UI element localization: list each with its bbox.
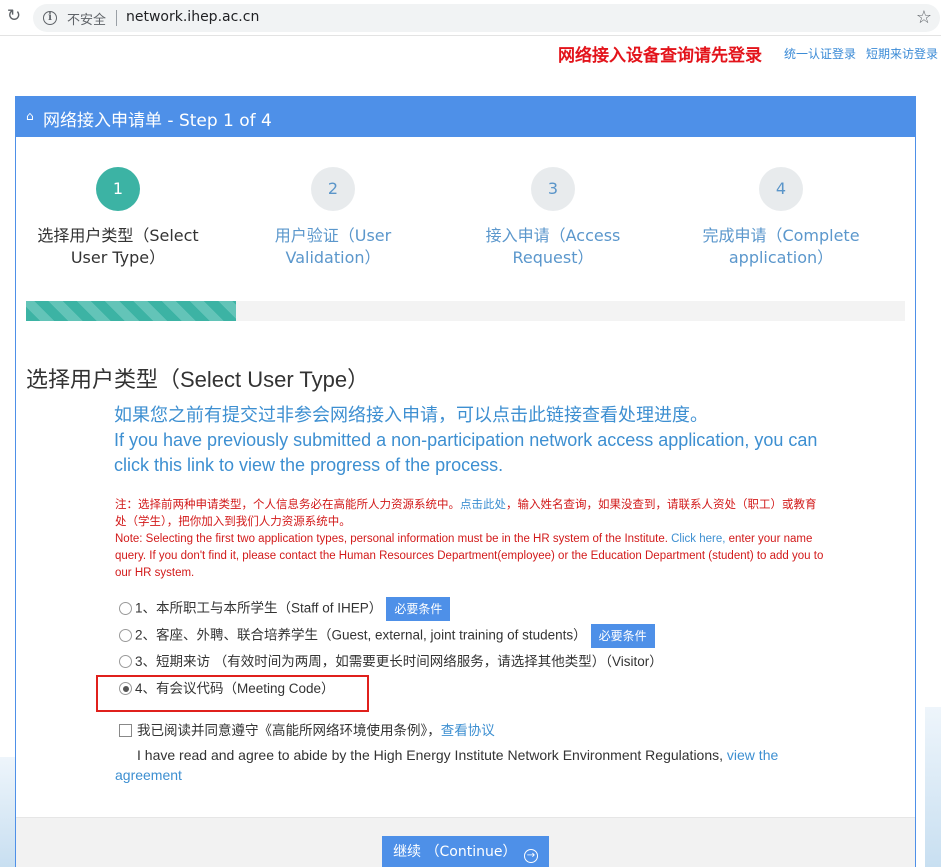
arrow-circle-icon: → <box>523 849 538 863</box>
step-4: 4 完成申请（Complete application） <box>681 167 881 269</box>
requirements-button[interactable]: 必要条件 <box>386 597 451 621</box>
background-decoration <box>925 707 941 867</box>
agreement-en-text: I have read and agree to abide by the Hi… <box>137 747 727 763</box>
step-number-circle: 3 <box>531 167 575 211</box>
option-label[interactable]: 2、客座、外聘、联合培养学生（Guest, external, joint tr… <box>135 628 587 643</box>
hr-system-note: 注：选择前两种申请类型，个人信息务必在高能所人力资源系统中。点击此处，输入姓名查… <box>115 497 825 582</box>
user-type-option-1[interactable]: 1、本所职工与本所学生（Staff of IHEP） 必要条件 <box>119 597 451 621</box>
user-type-option-2[interactable]: 2、客座、外聘、联合培养学生（Guest, external, joint tr… <box>119 624 655 648</box>
login-alert: 网络接入设备查询请先登录 <box>558 46 762 66</box>
step-label: 接入申请（Access Request） <box>485 226 621 267</box>
note-en-link[interactable]: Click here, <box>671 533 725 545</box>
step-number-circle: 2 <box>311 167 355 211</box>
radio-button[interactable] <box>119 655 132 668</box>
requirements-button[interactable]: 必要条件 <box>590 624 655 648</box>
info-icon[interactable]: i <box>43 11 57 25</box>
address-divider <box>116 10 117 26</box>
note-cn-text: 注：选择前两种申请类型，个人信息务必在高能所人力资源系统中。 <box>115 499 460 511</box>
step-1: 1 选择用户类型（Select User Type） <box>18 167 218 269</box>
section-heading: 选择用户类型（Select User Type） <box>26 367 370 392</box>
radio-button[interactable] <box>119 601 132 615</box>
step-2: 2 用户验证（User Validation） <box>233 167 433 269</box>
url-text[interactable]: network.ihep.ac.cn <box>126 9 259 25</box>
panel-title: 网络接入申请单 - Step 1 of 4 <box>43 111 272 131</box>
panel-footer: 继续 （Continue） → <box>16 817 915 867</box>
step-label: 用户验证（User Validation） <box>274 226 392 267</box>
view-agreement-link-cn[interactable]: 查看协议 <box>441 723 495 738</box>
progress-fill <box>26 301 236 321</box>
step-number-circle: 4 <box>759 167 803 211</box>
agreement-cn-text: 我已阅读并同意遵守《高能所网络环境使用条例》， <box>137 723 441 738</box>
browser-toolbar: ↻ i 不安全 network.ihep.ac.cn ☆ <box>0 0 941 36</box>
previous-link-cn[interactable]: 如果您之前有提交过非参会网络接入申请，可以点击此链接查看处理进度。 <box>114 405 708 425</box>
step-number-circle: 1 <box>96 167 140 211</box>
step-3: 3 接入申请（Access Request） <box>453 167 653 269</box>
home-icon: ⌂ <box>26 109 34 123</box>
radio-button[interactable] <box>119 628 132 642</box>
visitor-login-link[interactable]: 短期来访登录 <box>866 45 938 62</box>
continue-label: 继续 （Continue） <box>393 844 517 860</box>
option-label[interactable]: 3、短期来访 （有效时间为两周，如需要更长时间网络服务，请选择其他类型）（Vis… <box>135 654 663 669</box>
highlight-annotation <box>96 675 369 712</box>
step-label: 完成申请（Complete application） <box>702 226 860 267</box>
option-label[interactable]: 1、本所职工与本所学生（Staff of IHEP） <box>135 601 382 616</box>
address-bar[interactable]: i 不安全 network.ihep.ac.cn ☆ <box>33 4 940 32</box>
star-icon[interactable]: ☆ <box>916 7 932 28</box>
background-decoration <box>0 757 16 867</box>
security-label[interactable]: 不安全 <box>67 9 106 28</box>
continue-button[interactable]: 继续 （Continue） → <box>382 836 549 867</box>
agreement-en: I have read and agree to abide by the Hi… <box>115 745 825 785</box>
unified-login-link[interactable]: 统一认证登录 <box>784 45 856 62</box>
application-panel: ⌂ 网络接入申请单 - Step 1 of 4 1 选择用户类型（Select U… <box>15 96 916 867</box>
step-label: 选择用户类型（Select User Type） <box>37 226 199 267</box>
previous-link-en[interactable]: If you have previously submitted a non-p… <box>114 430 817 475</box>
note-cn-link[interactable]: 点击此处 <box>460 499 506 511</box>
reload-icon[interactable]: ↻ <box>4 6 24 26</box>
agreement-row: 我已阅读并同意遵守《高能所网络环境使用条例》，查看协议 <box>119 721 495 741</box>
agree-checkbox[interactable] <box>119 724 132 737</box>
previous-application-link[interactable]: 如果您之前有提交过非参会网络接入申请，可以点击此链接查看处理进度。 If you… <box>114 403 834 478</box>
user-type-option-3[interactable]: 3、短期来访 （有效时间为两周，如需要更长时间网络服务，请选择其他类型）（Vis… <box>119 651 663 673</box>
panel-header: ⌂ 网络接入申请单 - Step 1 of 4 <box>16 97 915 137</box>
progress-bar <box>26 301 905 321</box>
note-en-text: Note: Selecting the first two applicatio… <box>115 533 672 545</box>
